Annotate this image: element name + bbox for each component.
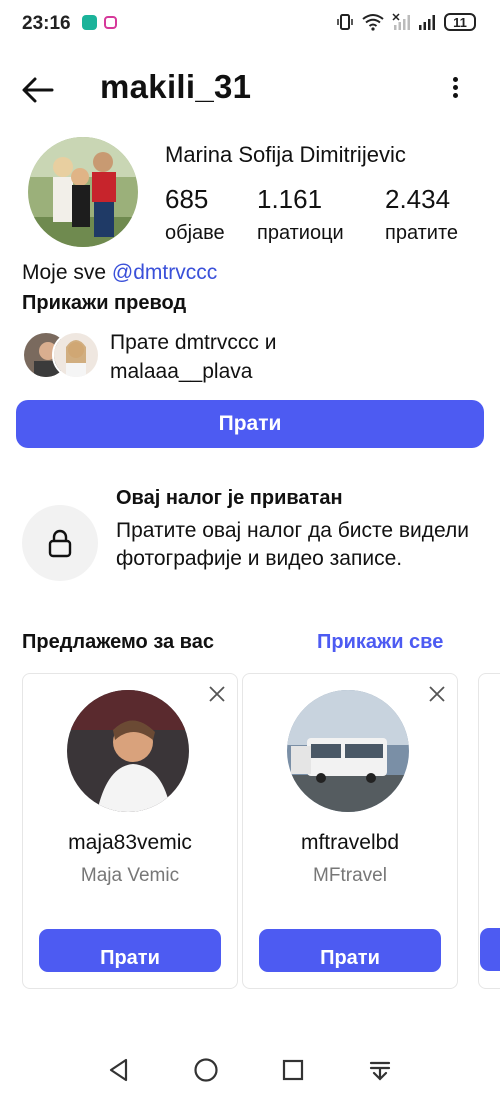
suggestion-username[interactable]: maja83vemic bbox=[23, 831, 237, 855]
back-arrow-icon[interactable] bbox=[20, 72, 56, 108]
mutual-followers-text[interactable]: Прате dmtrvccc и malaaa__plava bbox=[110, 328, 410, 386]
suggestion-follow-button[interactable]: Прати bbox=[39, 929, 221, 972]
followers-label[interactable]: пратиоци bbox=[257, 222, 344, 245]
private-lock-badge bbox=[22, 505, 98, 581]
show-translation-link[interactable]: Прикажи превод bbox=[22, 292, 186, 315]
private-account-title: Овај налог је приватан bbox=[116, 487, 343, 509]
nav-recents-icon[interactable] bbox=[278, 1055, 308, 1085]
follow-label: Прати bbox=[100, 947, 160, 969]
vibrate-icon bbox=[337, 14, 353, 30]
nav-notification-drawer-icon[interactable] bbox=[365, 1055, 395, 1085]
page-title-username: makili_31 bbox=[100, 68, 252, 105]
follow-label: Прати bbox=[320, 947, 380, 969]
suggestion-follow-button[interactable]: Прати bbox=[259, 929, 441, 972]
suggestion-card[interactable]: maja83vemic Maja Vemic Прати bbox=[22, 673, 238, 989]
followers-count[interactable]: 1.161 bbox=[257, 184, 322, 215]
suggestion-real-name: Maja Vemic bbox=[80, 865, 180, 886]
close-icon[interactable] bbox=[429, 686, 445, 702]
status-bar: 23:16 11 bbox=[0, 0, 500, 50]
following-label[interactable]: пратите bbox=[385, 222, 458, 245]
status-time: 23:16 bbox=[22, 13, 71, 34]
nav-home-icon[interactable] bbox=[191, 1055, 221, 1085]
posts-label[interactable]: објаве bbox=[165, 222, 225, 245]
nav-back-icon[interactable] bbox=[104, 1055, 134, 1085]
battery-icon: 11 bbox=[444, 13, 476, 31]
status-icons: 11 bbox=[336, 13, 476, 31]
wifi-icon bbox=[362, 14, 384, 31]
see-all-link[interactable]: Прикажи све bbox=[317, 631, 443, 654]
suggestions-title: Предлажемо за вас bbox=[22, 631, 214, 653]
mutual-line-2: malaaa__plava bbox=[110, 360, 253, 383]
instagram-notification-icon bbox=[104, 16, 117, 29]
more-options-icon[interactable] bbox=[444, 74, 466, 104]
suggestion-username[interactable]: mftravelbd bbox=[243, 831, 457, 855]
suggestion-real-name: MFtravel bbox=[313, 865, 387, 886]
profile-bio: Moje sve @dmtrvccc bbox=[22, 261, 217, 285]
follow-button[interactable]: Прати bbox=[16, 400, 484, 448]
private-account-text: Пратите овај налог да бисте видели фотог… bbox=[116, 519, 469, 570]
lock-icon bbox=[48, 529, 72, 558]
following-count[interactable]: 2.434 bbox=[385, 184, 450, 215]
close-icon[interactable] bbox=[209, 686, 225, 702]
bio-text: Moje sve bbox=[22, 261, 112, 284]
suggestion-follow-button-partial[interactable] bbox=[480, 928, 500, 971]
profile-avatar[interactable] bbox=[28, 137, 138, 247]
posts-count[interactable]: 685 bbox=[165, 184, 208, 215]
suggestion-avatar[interactable] bbox=[287, 690, 409, 812]
app-notification-icon bbox=[82, 15, 97, 30]
suggestion-card[interactable]: mftravelbd MFtravel Прати bbox=[242, 673, 458, 989]
mutual-follower-avatar bbox=[52, 331, 100, 379]
battery-level: 11 bbox=[453, 14, 467, 30]
signal-off-icon bbox=[392, 13, 410, 30]
bio-threads-link[interactable]: @dmtrvccc bbox=[112, 261, 217, 284]
mutual-line-1: Прате dmtrvccc и bbox=[110, 331, 277, 354]
signal-icon bbox=[419, 15, 435, 30]
suggestion-avatar[interactable] bbox=[67, 690, 189, 812]
profile-full-name: Marina Sofija Dimitrijevic bbox=[165, 142, 406, 167]
